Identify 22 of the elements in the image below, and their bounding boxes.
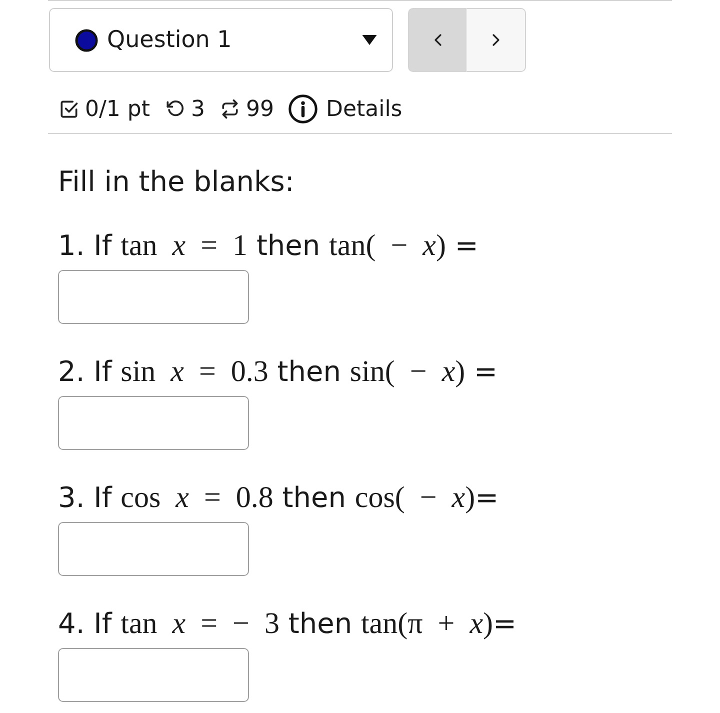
question-prompt: 2. If sin x = 0.3 then sin( − x) = (58, 354, 499, 390)
attempts-text: 3 (191, 96, 205, 122)
chevron-left-icon (432, 33, 442, 47)
caret-down-icon (362, 35, 377, 45)
answer-field[interactable] (58, 522, 249, 576)
question-prompt: 1. If tan x = 1 then tan( − x) = (58, 228, 480, 264)
repeat-arrows-icon (219, 98, 241, 120)
next-button[interactable] (467, 8, 526, 72)
question-prompt: 4. If tan x = − 3 then tan(π + x)= (58, 606, 518, 642)
points-text: 0/1 pt (85, 96, 150, 122)
answer-field[interactable] (58, 648, 249, 702)
details-link[interactable]: Details (288, 94, 402, 124)
instructions-text: Fill in the blanks: (58, 164, 296, 200)
info-icon (288, 94, 318, 124)
answer-field[interactable] (58, 396, 249, 450)
chevron-right-icon (491, 33, 501, 47)
checkbox-tick-icon (58, 98, 80, 120)
status-dot-icon (75, 28, 98, 52)
question-dropdown[interactable]: Question 1 (49, 8, 393, 72)
question-prompt: 3. If cos x = 0.8 then cos( − x)= (58, 480, 500, 516)
answer-field[interactable] (58, 270, 249, 324)
versions-text: 99 (246, 96, 274, 122)
